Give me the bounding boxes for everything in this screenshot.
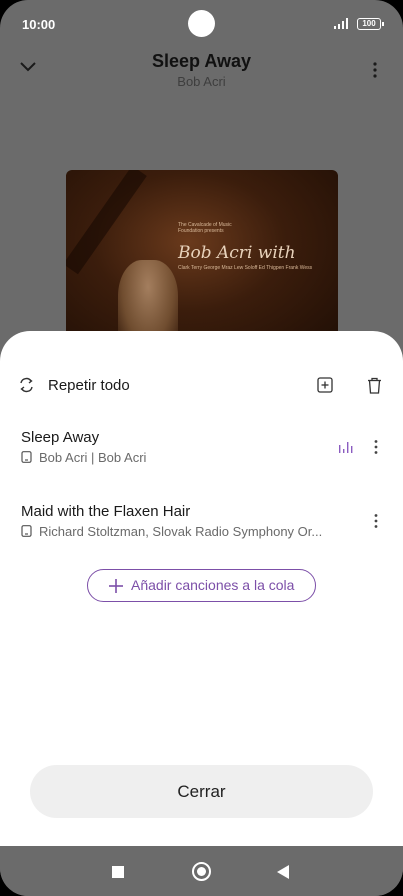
- status-bar: 10:00 100: [0, 0, 403, 48]
- player-header: Sleep Away Bob Acri: [0, 44, 403, 94]
- add-songs-label: Añadir canciones a la cola: [131, 577, 295, 593]
- queue-sheet: Repetir todo Sleep Away Bob Acri | Bob A…: [0, 331, 403, 846]
- back-button[interactable]: [277, 865, 289, 879]
- phone-screen: 10:00 100 Sleep Away Bob Acri The Cavalc…: [0, 0, 403, 896]
- album-art-shadow: [66, 170, 147, 275]
- plus-icon: [109, 579, 123, 593]
- trash-icon[interactable]: [367, 377, 382, 394]
- queue-header: Repetir todo: [0, 371, 403, 401]
- song-artist: Bob Acri: [177, 74, 226, 89]
- more-vertical-icon[interactable]: [369, 61, 381, 79]
- album-art-title: Bob Acri with: [178, 243, 296, 263]
- battery-icon: 100: [357, 18, 384, 30]
- track-more-icon[interactable]: [370, 513, 382, 529]
- album-art-small-text: The Cavalcade of Music Foundation presen…: [178, 222, 232, 234]
- track-name: Sleep Away: [21, 429, 100, 446]
- track-name: Maid with the Flaxen Hair: [21, 503, 191, 520]
- repeat-icon[interactable]: [18, 377, 35, 393]
- signal-icon: [334, 18, 348, 29]
- phone-device-icon: [21, 451, 32, 463]
- front-camera: [188, 10, 215, 37]
- home-button[interactable]: [192, 862, 211, 881]
- equalizer-icon: [339, 442, 353, 453]
- track-more-icon[interactable]: [370, 439, 382, 455]
- close-button[interactable]: Cerrar: [30, 765, 373, 818]
- system-nav-bar: [0, 846, 403, 896]
- phone-device-icon: [21, 525, 32, 537]
- repeat-mode-label[interactable]: Repetir todo: [48, 377, 130, 394]
- recents-button[interactable]: [112, 866, 124, 878]
- track-subtitle: Bob Acri | Bob Acri: [39, 450, 147, 465]
- add-to-queue-icon[interactable]: [317, 377, 333, 393]
- album-art: The Cavalcade of Music Foundation presen…: [66, 170, 338, 350]
- track-subtitle: Richard Stoltzman, Slovak Radio Symphony…: [39, 524, 323, 539]
- add-songs-to-queue-button[interactable]: Añadir canciones a la cola: [87, 569, 316, 602]
- queue-track-row[interactable]: Sleep Away Bob Acri | Bob Acri: [0, 429, 403, 477]
- status-time: 10:00: [22, 17, 56, 32]
- album-art-names: Clark Terry George Mraz Lew Soloff Ed Th…: [178, 265, 313, 271]
- song-title: Sleep Away: [151, 51, 252, 71]
- queue-track-row[interactable]: Maid with the Flaxen Hair Richard Stoltz…: [0, 503, 403, 551]
